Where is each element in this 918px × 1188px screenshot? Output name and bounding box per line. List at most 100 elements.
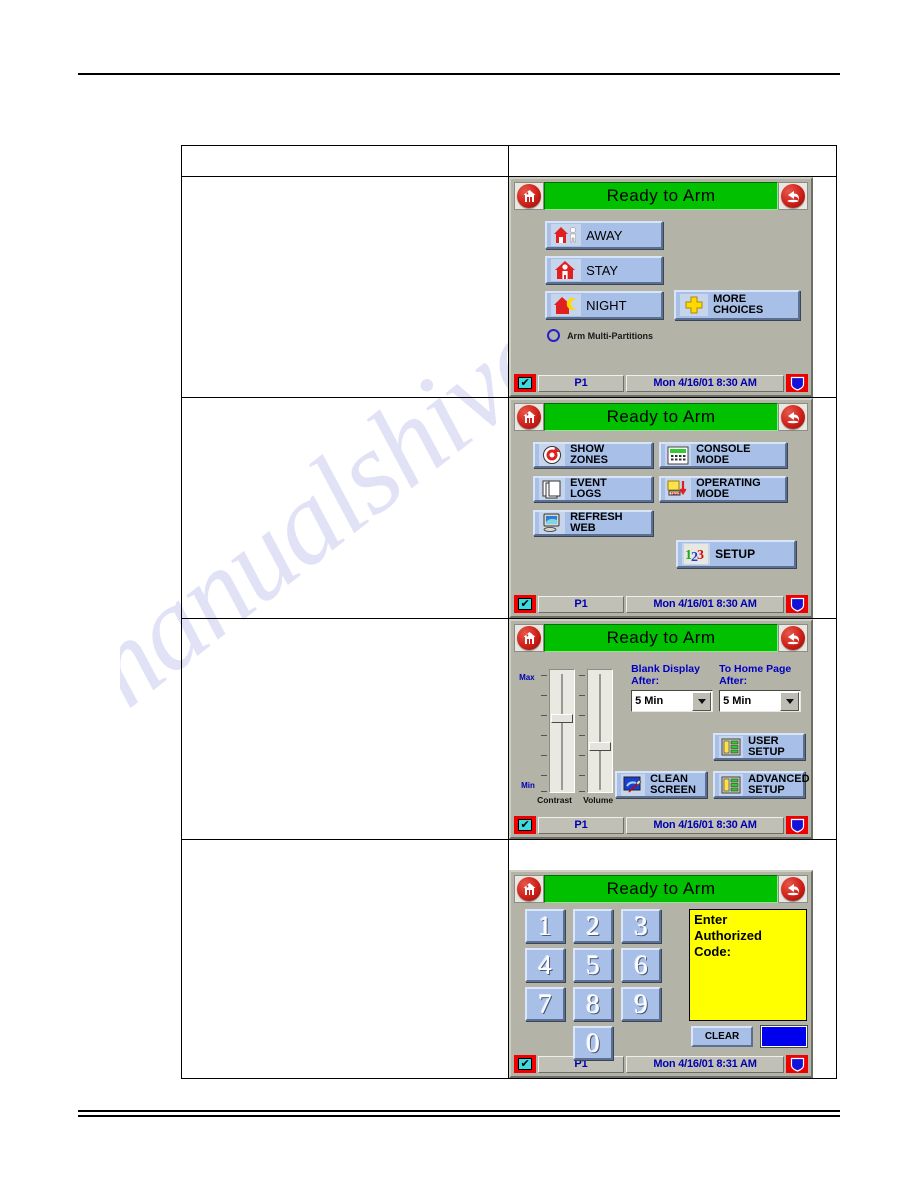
key-6[interactable]: 6 (621, 948, 662, 982)
home-icon-button[interactable] (514, 624, 545, 652)
arm-multi-partitions-row[interactable]: Arm Multi-Partitions (547, 329, 653, 342)
table-header-cell-left (180, 145, 510, 177)
setup-panel-icon (719, 735, 744, 758)
refresh-web-button[interactable]: REFRESH WEB (533, 510, 654, 536)
touchscreen-panel-more-choices: Ready to Arm SHOW ZONES CONSOLE MODE EVE… (509, 398, 814, 618)
row-description-cell (180, 618, 510, 840)
setup-button[interactable]: 123 SETUP (676, 540, 797, 568)
clean-screen-icon (621, 773, 646, 796)
blank-display-label: Blank Display After: (631, 663, 700, 687)
sliders-group: Max Min Contrast Volume (519, 659, 629, 805)
advanced-setup-button[interactable]: ADVANCED SETUP (713, 771, 810, 798)
shield-icon[interactable] (786, 595, 809, 613)
panel-footer: ✔ P1 Mon 4/16/01 8:30 AM (511, 594, 812, 616)
back-icon-button[interactable] (778, 624, 809, 652)
contrast-slider-thumb[interactable] (551, 714, 574, 723)
blank-display-select[interactable]: 5 Min (631, 690, 714, 712)
panel-status-text: Ready to Arm (544, 624, 779, 652)
table-row: Ready to Arm 1 2 3 4 5 6 7 8 9 0 Enter A… (180, 839, 837, 1079)
arm-multi-partitions-label: Arm Multi-Partitions (567, 330, 654, 341)
key-3[interactable]: 3 (621, 909, 662, 943)
back-arrow-icon (781, 405, 806, 429)
checkbox-icon[interactable]: ✔ (514, 595, 537, 613)
table-header-cell-right (508, 145, 837, 177)
back-icon-button[interactable] (778, 875, 809, 903)
night-button[interactable]: NIGHT (545, 291, 664, 319)
chevron-down-icon[interactable] (692, 691, 712, 711)
table-row: Ready to Arm Max Min Contrast Volume Bla… (180, 618, 837, 840)
partition-indicator: P1 (538, 374, 625, 392)
datetime-display: Mon 4/16/01 8:30 AM (626, 816, 785, 834)
checkbox-icon[interactable]: ✔ (514, 374, 537, 392)
page-footer-rule-top (78, 1110, 840, 1112)
page-header-rule (78, 73, 840, 75)
more-choices-button-label: MORE CHOICES (713, 293, 764, 316)
shield-icon[interactable] (786, 1055, 809, 1073)
key-0[interactable]: 0 (573, 1026, 614, 1060)
panel-status-text: Ready to Arm (544, 403, 779, 431)
event-logs-button[interactable]: EVENT LOGS (533, 476, 654, 502)
to-home-page-select[interactable]: 5 Min (719, 690, 802, 712)
house-person-outside-icon (551, 224, 582, 246)
home-icon-button[interactable] (514, 182, 545, 210)
house-icon (517, 626, 542, 650)
clean-screen-button[interactable]: CLEAN SCREEN (615, 771, 708, 798)
volume-label: Volume (583, 795, 614, 805)
show-zones-button[interactable]: SHOW ZONES (533, 442, 654, 468)
contrast-slider[interactable] (549, 669, 576, 793)
panel-status-text: Ready to Arm (544, 875, 779, 903)
to-home-page-value: 5 Min (723, 695, 752, 707)
clean-screen-button-label: CLEAN SCREEN (650, 772, 696, 796)
house-moon-icon (551, 294, 582, 316)
more-choices-button[interactable]: MORE CHOICES (674, 290, 801, 320)
row-screenshot-cell: Ready to Arm Max Min Contrast Volume Bla… (508, 618, 837, 840)
stay-button[interactable]: STAY (545, 256, 664, 284)
back-arrow-icon (781, 877, 806, 901)
key-8[interactable]: 8 (573, 987, 614, 1021)
clear-button[interactable]: CLEAR (691, 1026, 754, 1047)
panel-footer: ✔ P1 Mon 4/16/01 8:30 AM (511, 815, 812, 837)
key-5[interactable]: 5 (573, 948, 614, 982)
blank-display-value: 5 Min (635, 695, 664, 707)
user-setup-button-label: USER SETUP (748, 734, 785, 758)
panel-titlebar: Ready to Arm (511, 621, 812, 653)
home-icon-button[interactable] (514, 403, 545, 431)
panel-footer: ✔ P1 Mon 4/16/01 8:30 AM (511, 373, 812, 395)
key-2[interactable]: 2 (573, 909, 614, 943)
key-7[interactable]: 7 (525, 987, 566, 1021)
back-icon-button[interactable] (778, 403, 809, 431)
radio-icon[interactable] (547, 329, 561, 342)
checkbox-icon[interactable]: ✔ (514, 816, 537, 834)
key-9[interactable]: 9 (621, 987, 662, 1021)
svg-text:3: 3 (697, 548, 704, 563)
volume-slider[interactable] (587, 669, 614, 793)
panel-titlebar: Ready to Arm (511, 400, 812, 432)
partition-indicator: P1 (538, 595, 625, 613)
key-4[interactable]: 4 (525, 948, 566, 982)
shield-icon[interactable] (786, 374, 809, 392)
table-header-row (180, 145, 837, 177)
chevron-down-icon[interactable] (780, 691, 800, 711)
checkbox-icon[interactable]: ✔ (514, 1055, 537, 1073)
key-1[interactable]: 1 (525, 909, 566, 943)
code-entry-field[interactable] (761, 1026, 808, 1047)
setup-panel-icon (719, 773, 744, 796)
blank-display-field: Blank Display After: 5 Min (631, 663, 714, 712)
row-screenshot-cell: Ready to Arm (508, 397, 837, 619)
user-setup-button[interactable]: USER SETUP (713, 733, 806, 760)
back-icon-button[interactable] (778, 182, 809, 210)
contrast-label: Contrast (537, 795, 573, 805)
volume-slider-thumb[interactable] (589, 742, 612, 751)
console-mode-button[interactable]: CONSOLE MODE (659, 442, 788, 468)
panel-screen-keypad: 1 2 3 4 5 6 7 8 9 0 Enter Authorized Cod… (511, 904, 811, 1060)
away-button[interactable]: AWAY (545, 221, 664, 249)
home-icon-button[interactable] (514, 875, 545, 903)
setup-button-label: SETUP (715, 546, 756, 561)
touchscreen-panel-keypad: Ready to Arm 1 2 3 4 5 6 7 8 9 0 Enter A… (509, 870, 814, 1078)
row-screenshot-cell: Ready to Arm 1 2 3 4 5 6 7 8 9 0 Enter A… (508, 839, 837, 1079)
operating-mode-button[interactable]: TEST OPERATING MODE (659, 476, 788, 502)
yellow-plus-icon (680, 294, 709, 316)
table-row: Ready to Arm (180, 176, 837, 398)
shield-icon[interactable] (786, 816, 809, 834)
to-home-page-label: To Home Page After: (719, 663, 792, 687)
